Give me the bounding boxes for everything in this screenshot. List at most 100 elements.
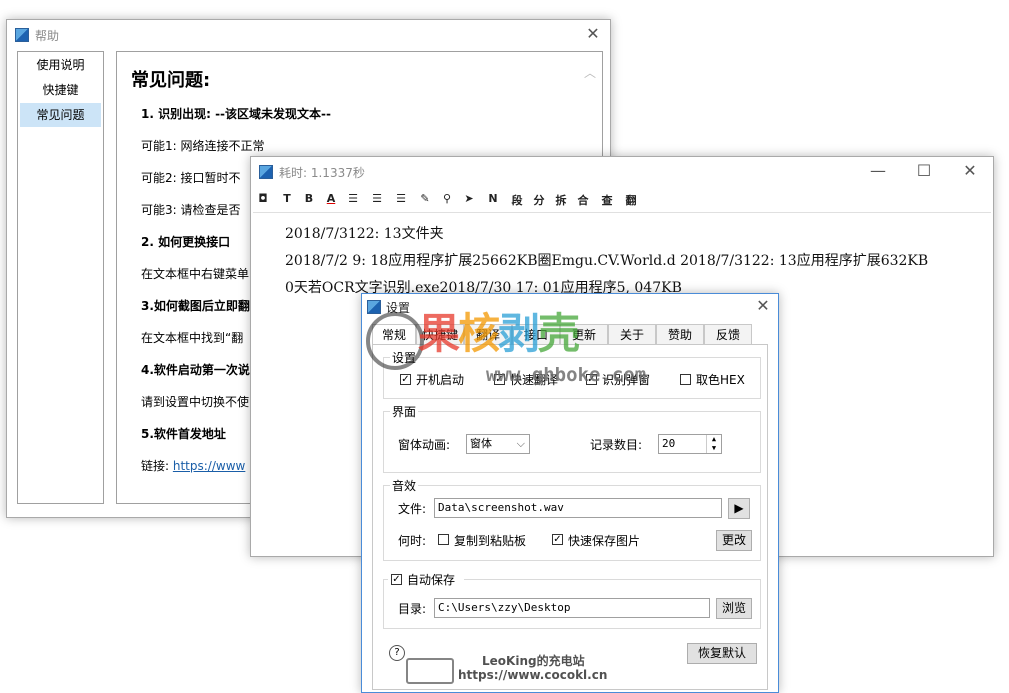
paragraph-button[interactable]: 段 (509, 192, 525, 208)
app-icon (367, 300, 381, 314)
faq-line: 可能3: 请检查是否 (141, 203, 241, 217)
font-color-icon[interactable]: A (323, 192, 339, 205)
quick-translate-label: 快速翻译 (510, 373, 559, 387)
tab-general[interactable]: 常规 (372, 324, 416, 344)
faq-line: 4.软件启动第一次说 (141, 363, 250, 377)
app-icon (15, 28, 29, 42)
format-toolbar: ◘ T B A ☰ ☰ ☰ ✎ ⚲ ➤ N 段 分 拆 合 查 翻 (253, 188, 991, 213)
help-close-button[interactable]: ✕ (578, 23, 608, 45)
align-left-icon[interactable]: ☰ (345, 192, 361, 205)
popup-label: 识别弹窗 (602, 373, 651, 387)
when-label: 何时: (398, 534, 427, 548)
help-nav: 使用说明 快捷键 常见问题 (17, 51, 104, 504)
autosave-label: 自动保存 (407, 573, 456, 587)
font-icon[interactable]: T (279, 192, 295, 205)
autosave-header: ✓ 自动保存 (388, 571, 464, 587)
align-right-icon[interactable]: ☰ (393, 192, 409, 205)
sound-group-title: 音效 (390, 477, 419, 494)
tab-about[interactable]: 关于 (608, 324, 656, 344)
settings-titlebar[interactable]: 设置 ✕ (362, 294, 778, 324)
nav-item-usage[interactable]: 使用说明 (20, 53, 101, 77)
faq-line: 5.软件首发地址 (141, 427, 226, 441)
startup-group-title: 设置 (390, 349, 419, 366)
send-icon[interactable]: ➤ (461, 192, 477, 205)
file-label: 文件: (398, 502, 427, 516)
translate-button[interactable]: 翻 (623, 192, 639, 208)
sound-group: 音效 文件: Data\screenshot.wav ▶ 何时: 复制到粘贴板 … (383, 477, 761, 561)
browse-button[interactable]: 浏览 (716, 598, 752, 619)
animation-select[interactable]: 窗体 ⌵ (466, 434, 530, 454)
dir-field[interactable]: C:\Users\zzy\Desktop (434, 598, 710, 618)
records-value: 20 (662, 437, 676, 450)
restore-default-button[interactable]: 恢复默认 (687, 643, 757, 664)
result-text-line[interactable]: 2018/7/2 9: 18应用程序扩展25662KB圈Emgu.CV.Worl… (285, 250, 928, 270)
ui-group-title: 界面 (390, 403, 419, 420)
brush-icon[interactable]: ✎ (417, 192, 433, 205)
merge-button[interactable]: 合 (575, 192, 591, 208)
nav-item-shortcuts[interactable]: 快捷键 (20, 78, 101, 102)
result-close-button[interactable]: ✕ (955, 160, 985, 182)
fast-save-checkbox[interactable]: ✓ (552, 534, 563, 545)
align-center-icon[interactable]: ☰ (369, 192, 385, 205)
autosave-checkbox[interactable]: ✓ (391, 574, 402, 585)
scroll-up-icon[interactable]: ︿ (584, 64, 596, 81)
popup-checkbox[interactable]: ✓ (586, 374, 597, 385)
tab-api[interactable]: 接口 (512, 324, 560, 344)
nav-item-faq[interactable]: 常见问题 (20, 103, 101, 127)
dir-label: 目录: (398, 602, 427, 616)
lookup-button[interactable]: 查 (599, 192, 615, 208)
result-text-line[interactable]: 2018/7/3122: 13文件夹 (285, 223, 444, 243)
faq-line: 在文本框中右键菜单 (141, 267, 250, 281)
settings-close-button[interactable]: ✕ (748, 295, 778, 317)
general-tab-body: 设置 ✓ 开机启动 ✓ 快速翻译 ✓ 识别弹窗 取色HEX 界面 窗体动画: 窗… (372, 344, 768, 690)
faq-line: 请到设置中切换不使 (141, 395, 250, 409)
faq-line: 3.如何截图后立即翻 (141, 299, 250, 313)
n-icon[interactable]: N (485, 192, 501, 205)
faq-line: 2. 如何更换接口 (141, 235, 231, 249)
play-icon[interactable]: ▶ (728, 498, 750, 519)
tab-translate[interactable]: 翻译 (464, 324, 512, 344)
quick-translate-checkbox[interactable]: ✓ (494, 374, 505, 385)
help-titlebar[interactable]: 帮助 ✕ (7, 20, 610, 50)
copy-clipboard-label: 复制到粘贴板 (454, 534, 527, 548)
records-label: 记录数目: (590, 438, 643, 452)
faq-line: 可能1: 网络连接不正常 (141, 139, 265, 153)
break-button[interactable]: 拆 (553, 192, 569, 208)
faq-line: 1. 识别出现: --该区域未发现文本-- (141, 107, 331, 121)
hex-color-label: 取色HEX (696, 373, 745, 387)
app-icon (259, 165, 273, 179)
result-titlebar[interactable]: 耗时: 1.1337秒 — ☐ ✕ (251, 157, 993, 187)
homepage-link[interactable]: https://www (173, 459, 245, 473)
help-icon[interactable]: ? (389, 645, 405, 661)
result-title: 耗时: 1.1337秒 (279, 166, 365, 180)
faq-line: 可能2: 接口暂时不 (141, 171, 241, 185)
search-icon[interactable]: ⚲ (439, 192, 455, 205)
split-button[interactable]: 分 (531, 192, 547, 208)
change-button[interactable]: 更改 (716, 530, 752, 551)
faq-heading: 常见问题: (131, 70, 211, 91)
fast-save-label: 快速保存图片 (568, 534, 641, 548)
bold-icon[interactable]: B (301, 192, 317, 205)
hex-color-checkbox[interactable] (680, 374, 691, 385)
chevron-down-icon: ⌵ (516, 437, 525, 450)
tab-update[interactable]: 更新 (560, 324, 608, 344)
frame-icon[interactable]: ◘ (255, 192, 271, 205)
animation-label: 窗体动画: (398, 438, 451, 452)
sound-file-field[interactable]: Data\screenshot.wav (434, 498, 722, 518)
faq-line: 在文本框中找到“翻 (141, 331, 244, 345)
records-stepper[interactable]: 20 ▲ ▼ (658, 434, 722, 454)
tab-feedback[interactable]: 反馈 (704, 324, 752, 344)
copy-clipboard-checkbox[interactable] (438, 534, 449, 545)
maximize-button[interactable]: ☐ (909, 160, 939, 182)
link-label: 链接: (141, 459, 170, 473)
faq-link-row: 链接: https://www (141, 457, 245, 474)
minimize-button[interactable]: — (863, 160, 893, 182)
tab-shortcuts[interactable]: 快捷键 (416, 324, 464, 344)
tab-sponsor[interactable]: 赞助 (656, 324, 704, 344)
spin-arrows-icon[interactable]: ▲ ▼ (706, 435, 721, 453)
autostart-checkbox[interactable]: ✓ (400, 374, 411, 385)
autostart-label: 开机启动 (416, 373, 465, 387)
help-title: 帮助 (35, 29, 60, 43)
autosave-group: ✓ 自动保存 目录: C:\Users\zzy\Desktop 浏览 (383, 571, 761, 629)
settings-title: 设置 (386, 301, 411, 315)
